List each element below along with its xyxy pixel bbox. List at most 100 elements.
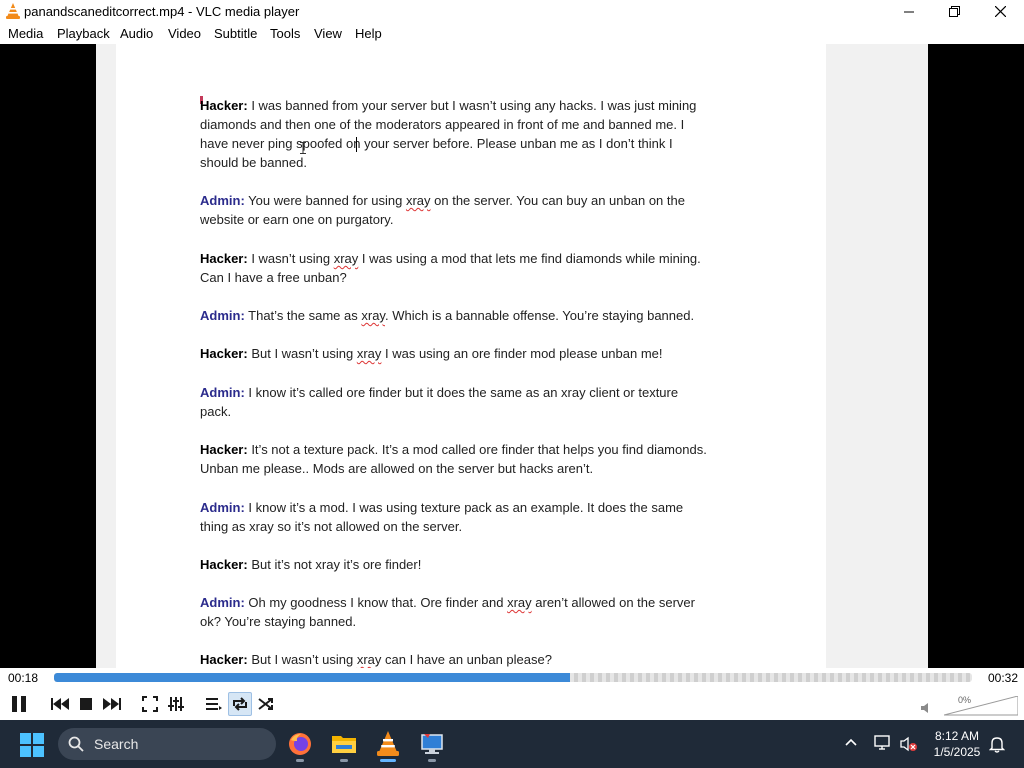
clock[interactable]: 8:12 AM 1/5/2025 — [922, 728, 992, 760]
misspelled-word: xray — [356, 652, 382, 667]
windows-start-icon[interactable] — [20, 733, 44, 757]
taskbar-app-vlc[interactable] — [370, 726, 406, 762]
speaker-label: Admin: — [200, 385, 245, 400]
dialogue-text: on the server. You can buy an unban on t… — [430, 193, 685, 208]
menu-audio[interactable]: Audio — [120, 26, 153, 41]
menu-help[interactable]: Help — [355, 26, 382, 41]
misspelled-word: xray — [361, 308, 385, 323]
misspelled-word: xray — [507, 595, 532, 610]
app-indicator — [340, 759, 348, 762]
loop-button[interactable] — [228, 692, 252, 716]
dialogue-line: Hacker: I wasn’t using xray I was using … — [200, 249, 760, 268]
dialogue-paragraph: Admin: I know it’s a mod. I was using te… — [200, 498, 760, 536]
next-button[interactable] — [100, 692, 124, 716]
menu-video[interactable]: Video — [168, 26, 201, 41]
dialogue-text: should be banned. — [200, 155, 307, 170]
dialogue-line: should be banned. — [200, 153, 760, 172]
dialogue-paragraph: Admin: You were banned for using xray on… — [200, 191, 760, 229]
previous-button[interactable] — [48, 692, 72, 716]
search-icon — [68, 736, 84, 752]
speaker-label: Hacker: — [200, 652, 248, 667]
volume-muted-icon[interactable] — [900, 736, 918, 752]
clock-date: 1/5/2025 — [933, 745, 981, 759]
taskbar-app-firefox[interactable] — [282, 726, 318, 762]
dialogue-text: I was using a mod that lets me find diam… — [358, 251, 701, 266]
dialogue-line: Admin: I know it’s called ore finder but… — [200, 383, 760, 402]
dialogue-text: aren’t allowed on the server — [531, 595, 695, 610]
dialogue-paragraph: Hacker: I was banned from your server bu… — [200, 96, 760, 172]
seek-slider[interactable] — [54, 673, 972, 682]
speaker-label: Hacker: — [200, 442, 248, 457]
vlc-logo-icon — [6, 3, 20, 19]
notification-bell-icon[interactable] — [989, 736, 1005, 753]
dialogue-paragraph: Hacker: It’s not a texture pack. It’s a … — [200, 440, 760, 478]
dialogue-paragraph: Admin: Oh my goodness I know that. Ore f… — [200, 593, 760, 631]
dialogue-text: I know it’s called ore finder but it doe… — [244, 385, 679, 400]
menu-media[interactable]: Media — [8, 26, 43, 41]
dialogue-text: thing as xray so it’s not allowed on the… — [200, 519, 463, 534]
shuffle-button[interactable] — [254, 692, 278, 716]
fullscreen-button[interactable] — [138, 692, 162, 716]
menu-subtitle[interactable]: Subtitle — [214, 26, 257, 41]
video-frame: Hacker: I was banned from your server bu… — [96, 44, 928, 668]
dialogue-text: have never ping spoofed on your server b… — [200, 136, 673, 151]
misspelled-word: xray — [405, 193, 431, 208]
dialogue-line: Hacker: I was banned from your server bu… — [200, 96, 760, 115]
loop-icon — [233, 697, 247, 711]
close-button[interactable] — [977, 0, 1023, 23]
menu-bar: Media Playback Audio Video Subtitle Tool… — [0, 23, 1024, 44]
dialogue-line: Hacker: But I wasn’t using xray can I ha… — [200, 650, 760, 668]
dialogue-line: Admin: You were banned for using xray on… — [200, 191, 760, 210]
speaker-label: Hacker: — [200, 346, 248, 361]
taskbar-app-file-explorer[interactable] — [326, 726, 362, 762]
volume-slider[interactable] — [944, 696, 1018, 716]
dialogue-line: ok? You’re staying banned. — [200, 612, 760, 631]
menu-view[interactable]: View — [314, 26, 342, 41]
menu-playback[interactable]: Playback — [57, 26, 110, 41]
dialogue-line: Unban me please.. Mods are allowed on th… — [200, 459, 760, 478]
seek-progress — [54, 673, 571, 682]
speaker-label: Hacker: — [200, 557, 248, 572]
dialogue-line: Can I have a free unban? — [200, 268, 760, 287]
firefox-icon — [289, 733, 311, 755]
stop-button[interactable] — [74, 692, 98, 716]
playlist-button[interactable] — [202, 692, 226, 716]
pause-icon — [12, 696, 26, 712]
network-icon[interactable] — [874, 735, 892, 751]
taskbar-app-remote[interactable] — [414, 726, 450, 762]
dialogue-line: have never ping spoofed on your server b… — [200, 134, 760, 153]
speaker-label: Admin: — [200, 193, 245, 208]
pause-button[interactable] — [6, 691, 32, 717]
dialogue-paragraph: Hacker: But it’s not xray it’s ore finde… — [200, 555, 760, 574]
dialogue-line: diamonds and then one of the moderators … — [200, 115, 760, 134]
title-bar: panandscaneditcorrect.mp4 - VLC media pl… — [0, 0, 1024, 23]
dialogue-text: I wasn’t using — [247, 251, 334, 266]
taskbar-search[interactable]: Search — [58, 728, 276, 760]
menu-tools[interactable]: Tools — [270, 26, 300, 41]
dialogue-text: Can I have a free unban? — [200, 270, 347, 285]
dialogue-text: I know it’s a mod. I was using texture p… — [244, 500, 684, 515]
folder-icon — [332, 736, 356, 753]
dialogue-text: Unban me please.. Mods are allowed on th… — [200, 461, 594, 476]
dialogue-paragraph: Hacker: But I wasn’t using xray I was us… — [200, 344, 760, 363]
dialogue-text: Oh my goodness I know that. Ore finder a… — [244, 595, 508, 610]
search-placeholder: Search — [94, 736, 139, 752]
seek-row: 00:18 00:32 — [0, 668, 1024, 688]
next-icon — [103, 698, 121, 710]
dialogue-line: Hacker: It’s not a texture pack. It’s a … — [200, 440, 760, 459]
dialogue-text: But I wasn’t using — [247, 652, 357, 667]
minimize-button[interactable] — [886, 0, 932, 23]
speaker-icon[interactable] — [921, 702, 933, 714]
dialogue-text: pack. — [200, 404, 232, 419]
total-time: 00:32 — [988, 671, 1019, 685]
fullscreen-icon — [142, 696, 158, 712]
dialogue-paragraph: Admin: That’s the same as xray. Which is… — [200, 306, 760, 325]
dialogue-line: Admin: I know it’s a mod. I was using te… — [200, 498, 760, 517]
maximize-button[interactable] — [931, 0, 977, 23]
extended-settings-button[interactable] — [164, 692, 188, 716]
dialogue-paragraph: Admin: I know it’s called ore finder but… — [200, 383, 760, 421]
taskbar: Search 8:12 AM 1/5/2025 — [0, 720, 1024, 768]
video-display[interactable]: Hacker: I was banned from your server bu… — [0, 44, 1024, 668]
chevron-up-icon[interactable] — [845, 738, 857, 746]
speaker-label: Hacker: — [200, 98, 248, 113]
